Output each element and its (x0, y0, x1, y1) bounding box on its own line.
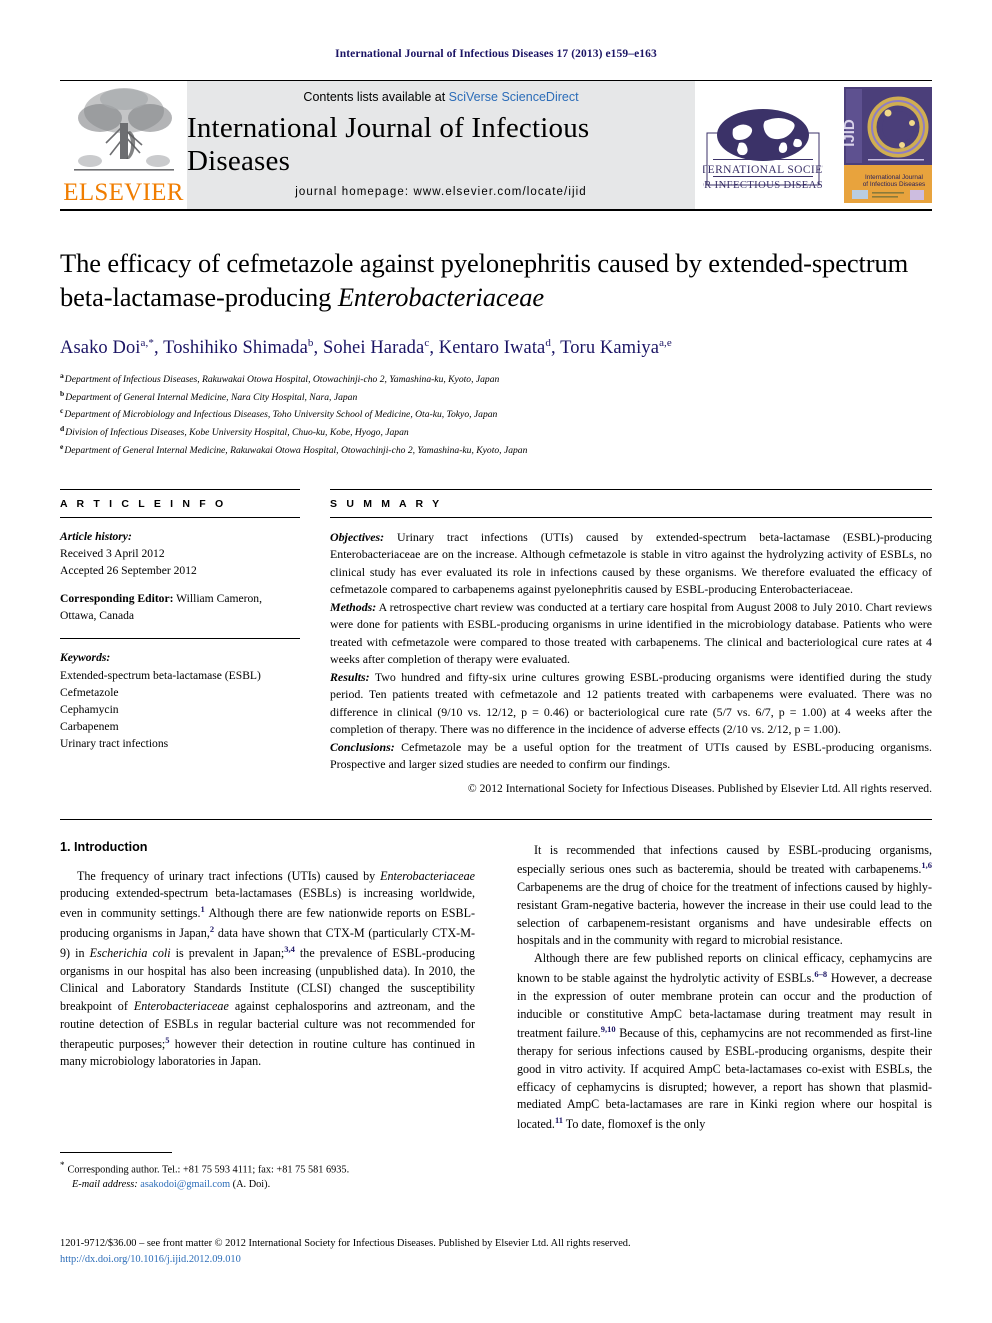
article-info-heading: A R T I C L E I N F O (60, 488, 300, 518)
conclusions-label: Conclusions: (330, 739, 395, 754)
keyword-item: Carbapenem (60, 719, 119, 733)
article-title: The efficacy of cefmetazole against pyel… (60, 247, 932, 315)
author-list: Asako Doia,*, Toshihiko Shimadab, Sohei … (60, 336, 672, 358)
keywords-label: Keywords: (60, 651, 111, 665)
objectives-label: Objectives: (330, 529, 385, 544)
introduction-paragraph-2: It is recommended that infections caused… (517, 842, 932, 948)
affiliation-item: dDivision of Infectious Diseases, Kobe U… (60, 423, 932, 441)
summary-column: S U M M A R Y Objectives: Urinary tract … (330, 488, 932, 797)
author-affil-marker: d (545, 336, 551, 349)
email-address-label: E-mail address: (72, 1179, 138, 1191)
journal-cover-thumbnail: IJID International Journal of Infectious… (830, 81, 932, 209)
footnote-line-1: * Corresponding author. Tel.: +81 75 593 … (60, 1159, 475, 1178)
email-address-link[interactable]: asakodoi@gmail.com (140, 1179, 230, 1190)
cover-title-line-2: of Infectious Diseases (863, 181, 926, 188)
journal-homepage-link[interactable]: journal homepage: www.elsevier.com/locat… (295, 186, 587, 198)
affiliation-list: aDepartment of Infectious Diseases, Raku… (60, 370, 932, 459)
affiliation-text: Department of Infectious Diseases, Rakuw… (64, 374, 500, 386)
isid-line-2: FOR INFECTIOUS DISEASES (703, 180, 823, 191)
article-history-label: Article history: (60, 529, 132, 543)
elsevier-wordmark: ELSEVIER (63, 179, 184, 206)
body-columns: 1. Introduction The frequency of urinary… (60, 840, 932, 1134)
methods-text: A retrospective chart review was conduct… (330, 599, 932, 667)
affiliation-text: Department of General Internal Medicine,… (64, 445, 528, 457)
journal-header-box: Contents lists available at SciVerse Sci… (187, 81, 695, 209)
info-summary-region: A R T I C L E I N F O Article history: R… (60, 488, 932, 797)
elsevier-tree-icon (74, 88, 174, 171)
body-column-right: It is recommended that infections caused… (517, 840, 932, 1134)
keyword-item: Cefmetazole (60, 685, 119, 699)
footnote-line-2: E-mail address: asakodoi@gmail.com (A. D… (60, 1178, 475, 1193)
affiliation-item: eDepartment of General Internal Medicine… (60, 441, 932, 459)
summary-methods: Methods: A retrospective chart review wa… (330, 599, 932, 669)
isid-line-1: INTERNATIONAL SOCIETY (703, 164, 823, 176)
keyword-item: Extended-spectrum beta-lactamase (ESBL) (60, 668, 261, 682)
contents-prefix: Contents lists available at (303, 90, 449, 104)
keyword-item: Urinary tract infections (60, 737, 169, 751)
affiliation-text: Department of Microbiology and Infectiou… (64, 409, 498, 421)
corresponding-editor-label: Corresponding Editor: (60, 592, 174, 606)
introduction-paragraph-1: The frequency of urinary tract infection… (60, 868, 476, 1069)
footnote-star-marker: * (60, 1160, 65, 1170)
summary-copyright: © 2012 International Society for Infecti… (467, 781, 932, 795)
summary-results: Results: Two hundred and fifty-six urine… (330, 669, 932, 739)
results-label: Results: (330, 669, 370, 684)
affiliation-item: cDepartment of Microbiology and Infectio… (60, 405, 932, 423)
page-footer: 1201-9712/$36.00 – see front matter © 20… (60, 1236, 932, 1268)
cover-spine-text: IJID (844, 119, 858, 147)
journal-title: International Journal of Infectious Dise… (187, 112, 590, 177)
affiliation-item: aDepartment of Infectious Diseases, Raku… (60, 370, 932, 388)
summary-objectives: Objectives: Urinary tract infections (UT… (330, 529, 932, 599)
author-affil-marker: c (424, 336, 430, 349)
email-suffix: (A. Doi). (230, 1179, 271, 1191)
introduction-heading: 1. Introduction (60, 839, 148, 854)
accepted-date: Accepted 26 September 2012 (60, 563, 197, 577)
corresponding-author-text: Corresponding author. Tel.: +81 75 593 4… (67, 1164, 350, 1176)
article-title-italic: Enterobacteriaceae (337, 281, 545, 312)
corresponding-editor-block: Corresponding Editor: William Cameron, O… (60, 590, 300, 624)
journal-cover-icon: IJID International Journal of Infectious… (844, 87, 932, 203)
author-affil-marker: a,* (140, 336, 154, 349)
contents-available-line: Contents lists available at SciVerse Sci… (303, 90, 578, 104)
summary-body: Objectives: Urinary tract infections (UT… (330, 518, 932, 797)
journal-article-page: International Journal of Infectious Dise… (0, 0, 992, 1323)
results-text: Two hundred and fifty-six urine cultures… (330, 669, 932, 737)
cover-title-line-1: International Journal (865, 174, 923, 181)
author-affil-marker: b (307, 336, 314, 349)
journal-masthead: ELSEVIER Contents lists available at Sci… (60, 80, 932, 209)
summary-bottom-rule (60, 818, 932, 820)
corresponding-author-footnote: * Corresponding author. Tel.: +81 75 593 … (60, 1152, 475, 1193)
article-history-block: Article history: Received 3 April 2012 A… (60, 528, 300, 579)
body-column-left: 1. Introduction The frequency of urinary… (60, 840, 475, 1134)
footnote-rule (60, 1152, 172, 1153)
keyword-item: Cephamycin (60, 702, 119, 716)
footer-copyright-line: 1201-9712/$36.00 – see front matter © 20… (60, 1238, 631, 1249)
summary-heading: S U M M A R Y (330, 488, 932, 518)
elsevier-logo: ELSEVIER (60, 81, 187, 209)
affiliation-text: Department of General Internal Medicine,… (65, 391, 358, 403)
methods-label: Methods: (330, 599, 377, 614)
keywords-block: Keywords: Extended-spectrum beta-lactama… (60, 638, 300, 752)
isid-logo: INTERNATIONAL SOCIETY FOR INFECTIOUS DIS… (695, 80, 830, 209)
doi-link[interactable]: http://dx.doi.org/10.1016/j.ijid.2012.09… (60, 1252, 932, 1268)
article-info-body: Article history: Received 3 April 2012 A… (60, 518, 300, 753)
masthead-bottom-rule (60, 209, 932, 211)
conclusions-text: Cefmetazole may be a useful option for t… (330, 739, 932, 772)
running-head: International Journal of Infectious Dise… (335, 48, 657, 60)
affiliation-item: bDepartment of General Internal Medicine… (60, 388, 932, 406)
received-date: Received 3 April 2012 (60, 546, 165, 560)
author-affil-marker: a,e (659, 336, 672, 349)
objectives-text: Urinary tract infections (UTIs) caused b… (330, 529, 932, 597)
affiliation-text: Division of Infectious Diseases, Kobe Un… (65, 427, 409, 439)
summary-conclusions: Conclusions: Cefmetazole may be a useful… (330, 739, 932, 774)
isid-globe-icon: INTERNATIONAL SOCIETY FOR INFECTIOUS DIS… (703, 109, 823, 191)
article-info-column: A R T I C L E I N F O Article history: R… (60, 488, 300, 797)
introduction-paragraph-3: Although there are few published reports… (517, 951, 933, 1132)
sciencedirect-link[interactable]: SciVerse ScienceDirect (449, 90, 579, 104)
